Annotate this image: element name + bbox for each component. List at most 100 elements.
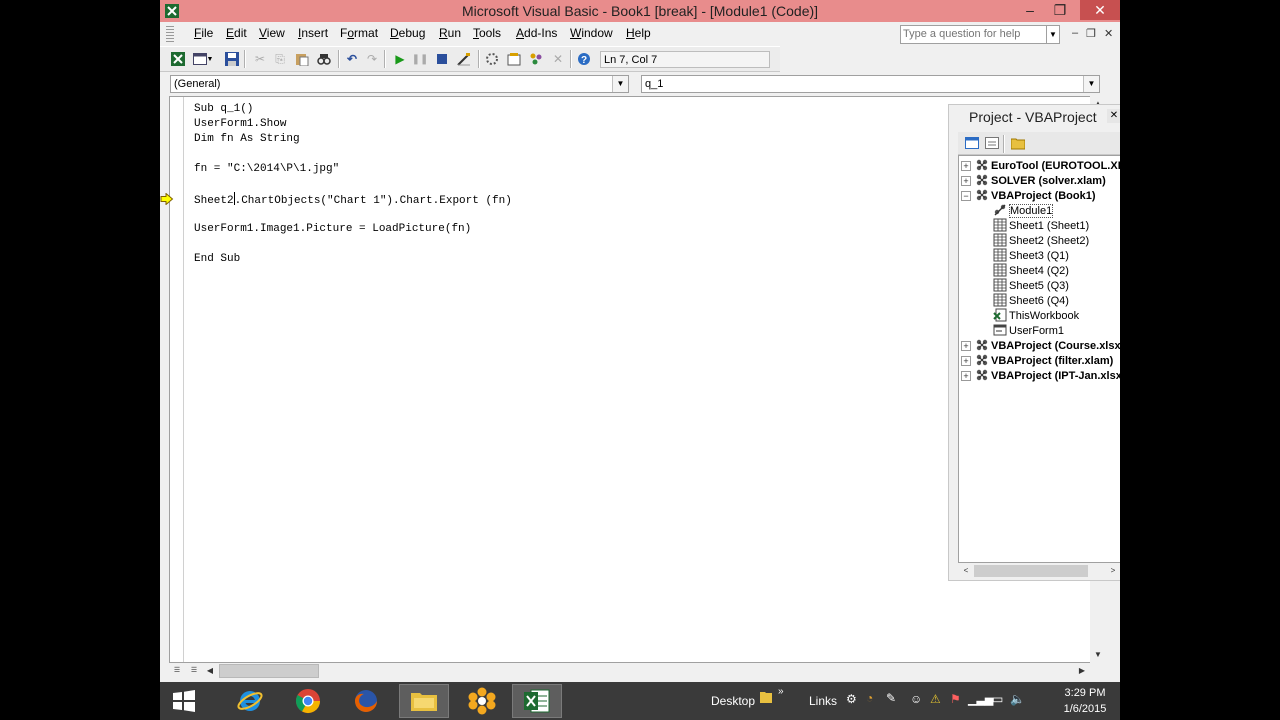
save-icon[interactable] xyxy=(224,51,240,67)
cut-icon[interactable]: ✂ xyxy=(252,51,268,67)
network-signal-icon[interactable]: ▁▃▅ xyxy=(968,693,993,706)
expand-icon[interactable]: + xyxy=(961,371,971,381)
file-explorer-icon[interactable] xyxy=(399,684,449,718)
menu-item[interactable]: Format xyxy=(340,26,378,40)
mdi-minimize-button[interactable]: – xyxy=(1072,27,1078,39)
restore-button[interactable]: ❐ xyxy=(1045,0,1075,20)
tree-node[interactable]: VBAProject (filter.xlam) xyxy=(975,353,1113,368)
copy-icon[interactable]: ⎘ xyxy=(272,51,288,67)
tree-node[interactable]: VBAProject (Book1) xyxy=(975,188,1096,203)
project-explorer-icon[interactable] xyxy=(484,51,500,67)
tree-node[interactable]: UserForm1 xyxy=(993,323,1064,338)
menu-item[interactable]: View xyxy=(259,26,285,40)
firefox-icon[interactable] xyxy=(341,684,391,718)
desktop-folder-icon[interactable] xyxy=(760,690,772,704)
volume-icon[interactable]: 🔈 xyxy=(1010,692,1025,706)
help-search[interactable]: ▼ xyxy=(900,25,1060,44)
start-button[interactable] xyxy=(160,684,208,718)
project-horizontal-scrollbar[interactable]: < > xyxy=(958,563,1120,579)
links-toolbar-label[interactable]: Links xyxy=(809,694,837,708)
procedure-combo[interactable]: q_1 ▼ xyxy=(641,75,1100,93)
menu-item[interactable]: Add-Ins xyxy=(516,26,557,40)
menu-grip[interactable] xyxy=(166,26,174,42)
design-mode-icon[interactable] xyxy=(456,51,472,67)
menu-item[interactable]: Tools xyxy=(473,26,501,40)
code-horizontal-scrollbar[interactable]: ☰ ☰ ◀ ▶ xyxy=(169,663,1090,679)
find-icon[interactable] xyxy=(316,51,332,67)
expand-icon[interactable]: + xyxy=(961,161,971,171)
code-line[interactable]: Sub q_1() xyxy=(194,102,512,117)
tree-node[interactable]: Sheet3 (Q1) xyxy=(993,248,1069,263)
help-dropdown-icon[interactable]: ▼ xyxy=(1046,26,1059,43)
tree-node[interactable]: Sheet1 (Sheet1) xyxy=(993,218,1089,233)
toggle-folders-icon[interactable] xyxy=(1010,135,1026,151)
menu-item[interactable]: Window xyxy=(570,26,613,40)
mdi-restore-button[interactable]: ❐ xyxy=(1086,27,1096,40)
project-scroll-right-button[interactable]: > xyxy=(1105,563,1120,579)
code-line[interactable]: fn = "C:\2014\P\1.jpg" xyxy=(194,162,512,177)
code-line[interactable] xyxy=(194,177,512,192)
margin-indicator-bar[interactable] xyxy=(170,97,184,662)
view-object-icon[interactable] xyxy=(984,135,1000,151)
expand-icon[interactable]: + xyxy=(961,356,971,366)
tree-node[interactable]: Sheet6 (Q4) xyxy=(993,293,1069,308)
project-scroll-left-button[interactable]: < xyxy=(958,563,974,579)
code-line[interactable] xyxy=(194,237,512,252)
procedure-view-button[interactable]: ☰ xyxy=(169,663,185,679)
tree-node[interactable]: Sheet2 (Sheet2) xyxy=(993,233,1089,248)
tray-people-icon[interactable]: ☺ xyxy=(910,692,922,706)
view-code-icon[interactable] xyxy=(964,135,980,151)
menu-item[interactable]: Help xyxy=(626,26,651,40)
code-line[interactable] xyxy=(194,207,512,222)
code-line[interactable]: UserForm1.Show xyxy=(194,117,512,132)
reset-icon[interactable] xyxy=(434,51,450,67)
code-line[interactable]: Dim fn As String xyxy=(194,132,512,147)
paste-icon[interactable] xyxy=(294,51,310,67)
scroll-right-button[interactable]: ▶ xyxy=(1074,663,1090,679)
object-combo-dropdown-icon[interactable]: ▼ xyxy=(612,76,628,92)
project-close-button[interactable]: ✕ xyxy=(1107,109,1120,123)
tray-tool-icon[interactable]: ✎ xyxy=(886,691,896,705)
scroll-down-button[interactable]: ▼ xyxy=(1090,647,1106,663)
tree-node[interactable]: ThisWorkbook xyxy=(993,308,1079,323)
collapse-icon[interactable]: − xyxy=(961,191,971,201)
menu-item[interactable]: File xyxy=(194,26,213,40)
run-icon[interactable]: ▶ xyxy=(392,51,408,67)
tree-node[interactable]: VBAProject (Course.xlsx) xyxy=(975,338,1120,353)
tree-node[interactable]: Module1 xyxy=(993,203,1054,218)
undo-icon[interactable]: ↶ xyxy=(344,51,360,67)
insert-dropdown-icon[interactable]: ▼ xyxy=(206,51,214,67)
tray-update-icon[interactable]: ◔ xyxy=(866,691,873,705)
procedure-combo-dropdown-icon[interactable]: ▼ xyxy=(1083,76,1099,92)
minimize-button[interactable]: – xyxy=(1015,0,1045,20)
menu-item[interactable]: Insert xyxy=(298,26,328,40)
properties-window-icon[interactable] xyxy=(506,51,522,67)
expand-icon[interactable]: + xyxy=(961,341,971,351)
scroll-left-button[interactable]: ◀ xyxy=(202,663,218,679)
menu-item[interactable]: Debug xyxy=(390,26,425,40)
desktop-toolbar-label[interactable]: Desktop xyxy=(711,694,755,708)
menu-item[interactable]: Edit xyxy=(226,26,247,40)
break-icon[interactable]: ❚❚ xyxy=(412,51,429,67)
system-clock[interactable]: 3:29 PM 1/6/2015 xyxy=(1055,685,1115,717)
object-combo[interactable]: (General) ▼ xyxy=(170,75,629,93)
help-icon[interactable]: ? xyxy=(576,51,592,67)
tray-warning-icon[interactable]: ⚠ xyxy=(930,692,941,706)
code-text[interactable]: Sub q_1() UserForm1.Show Dim fn As String f… xyxy=(194,102,512,267)
tray-flag-icon[interactable]: ⚑ xyxy=(950,692,961,706)
snapshot-app-icon[interactable] xyxy=(457,684,507,718)
tree-node[interactable]: EuroTool (EUROTOOL.XLAM) xyxy=(975,158,1120,173)
help-input[interactable] xyxy=(901,26,1043,42)
chrome-icon[interactable] xyxy=(283,684,333,718)
object-browser-icon[interactable] xyxy=(528,51,544,67)
code-line[interactable]: Sheet2.ChartObjects("Chart 1").Chart.Exp… xyxy=(194,192,512,207)
horizontal-scroll-thumb[interactable] xyxy=(219,664,319,678)
full-module-view-button[interactable]: ☰ xyxy=(186,663,202,679)
tree-node[interactable]: VBAProject (IPT-Jan.xlsx) xyxy=(975,368,1120,383)
redo-icon[interactable]: ↷ xyxy=(364,51,380,67)
tree-node[interactable]: Sheet5 (Q3) xyxy=(993,278,1069,293)
expand-icon[interactable]: + xyxy=(961,176,971,186)
battery-icon[interactable]: ▭ xyxy=(992,692,1003,706)
tree-node[interactable]: SOLVER (solver.xlam) xyxy=(975,173,1106,188)
internet-explorer-icon[interactable] xyxy=(225,684,275,718)
